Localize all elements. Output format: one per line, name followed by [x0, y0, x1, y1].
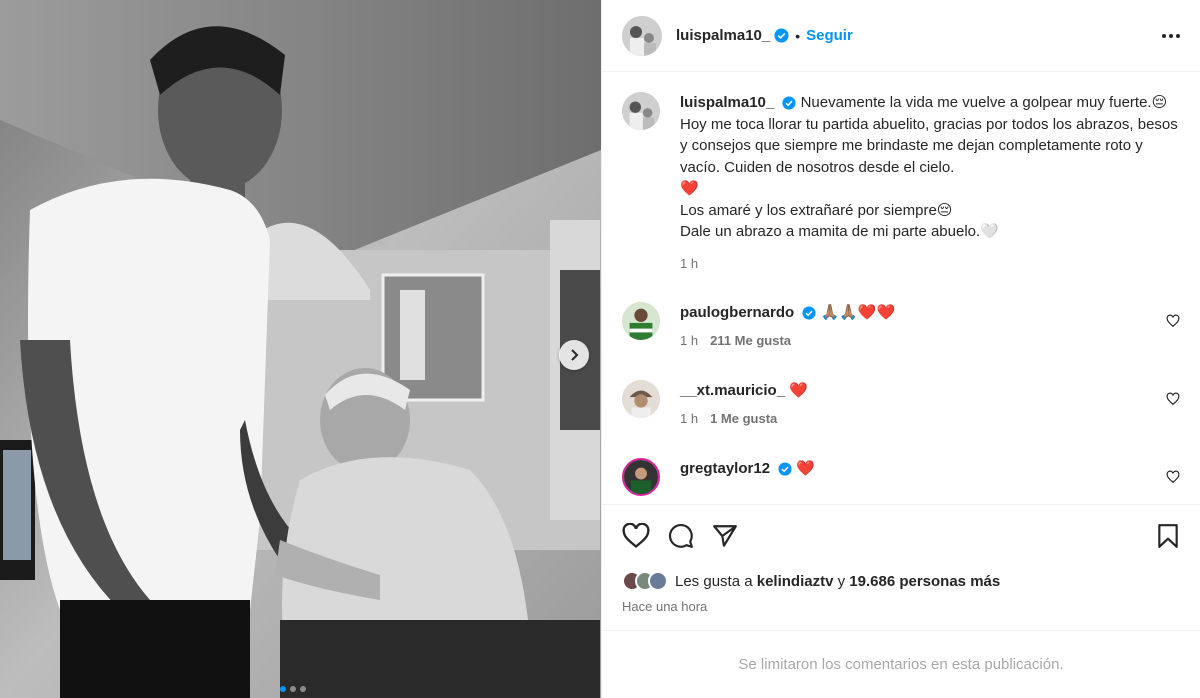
bookmark-icon [1158, 523, 1178, 548]
comment-text: ❤️ [789, 382, 808, 399]
caption-avatar[interactable] [622, 92, 660, 130]
commenter-avatar[interactable] [622, 380, 660, 418]
caption-line: Hoy me toca llorar tu partida abuelito, … [680, 115, 1178, 176]
comment-item: __xt.mauricio_ ❤️ 1 h 1 Me gusta [622, 380, 1180, 430]
post-side-panel: luispalma10_ • Seguir luispalma10_ Nueva… [601, 0, 1200, 698]
comment-body: paulogbernardo 🙏🏽🙏🏽❤️❤️ 1 h 211 Me gusta [680, 302, 895, 352]
instagram-post-viewer: luispalma10_ • Seguir luispalma10_ Nueva… [0, 0, 1200, 698]
likes-text: Les gusta a kelindiaztv y 19.686 persona… [675, 573, 1000, 590]
comment-body: __xt.mauricio_ ❤️ 1 h 1 Me gusta [680, 380, 808, 430]
comments-list[interactable]: luispalma10_ Nuevamente la vida me vuelv… [602, 72, 1200, 504]
comment-item: paulogbernardo 🙏🏽🙏🏽❤️❤️ 1 h 211 Me gusta [622, 302, 1180, 352]
comment-meta: 1 h 1 Me gusta [680, 408, 808, 430]
comment-username[interactable]: __xt.mauricio_ [680, 382, 785, 399]
comment-time: 1 h [680, 333, 699, 348]
comment-icon [669, 523, 693, 548]
caption-line: ❤️ [680, 180, 699, 197]
commenter-avatar-story[interactable] [622, 458, 660, 496]
separator-dot: • [795, 27, 801, 44]
post-timestamp: Hace una hora [622, 599, 708, 614]
commenter-avatar[interactable] [622, 302, 660, 340]
like-comment-heart-icon[interactable] [1166, 470, 1180, 484]
post-photo[interactable] [0, 0, 601, 698]
verified-badge-icon [802, 306, 816, 320]
likes-user[interactable]: kelindiaztv [757, 573, 834, 590]
liker-avatar [648, 571, 668, 591]
likes-prefix: Les gusta a [675, 572, 753, 590]
avatar-image [622, 302, 660, 340]
caption-line: Dale un abrazo a mamita de mi parte abue… [680, 223, 999, 240]
verified-badge-icon [782, 96, 796, 110]
carousel-indicator [280, 686, 306, 692]
post-header: luispalma10_ • Seguir [602, 0, 1200, 72]
photo-image [0, 0, 601, 698]
caption-line: Nuevamente la vida me vuelve a golpear m… [800, 94, 1168, 111]
verified-badge-icon [774, 28, 789, 43]
carousel-dot [300, 686, 306, 692]
comment-meta: 1 h 211 Me gusta [680, 330, 895, 352]
share-button[interactable] [712, 523, 738, 549]
likes-others[interactable]: 19.686 personas más [849, 573, 1000, 590]
post-actions-bar [602, 504, 1200, 566]
comments-limited-notice: Se limitaron los comentarios en esta pub… [602, 630, 1200, 698]
author-username[interactable]: luispalma10_ [676, 27, 770, 44]
comment-item: gregtaylor12 ❤️ [622, 458, 1180, 496]
follow-button[interactable]: Seguir [806, 27, 853, 44]
comment-text: ❤️ [796, 460, 816, 477]
heart-outline-icon [622, 522, 650, 548]
caption-time: 1 h [680, 255, 699, 271]
post-caption: luispalma10_ Nuevamente la vida me vuelv… [622, 92, 1180, 274]
more-options-icon[interactable] [1162, 33, 1180, 38]
avatar-image [624, 460, 658, 494]
save-button[interactable] [1156, 523, 1180, 549]
author-avatar[interactable] [622, 15, 662, 56]
caption-line: Los amaré y los extrañaré por siempre😔 [680, 201, 953, 219]
comment-body: gregtaylor12 ❤️ [680, 458, 815, 480]
comment-username[interactable]: paulogbernardo [680, 304, 794, 321]
comment-likes[interactable]: 1 Me gusta [710, 411, 777, 426]
carousel-dot [290, 686, 296, 692]
likes-summary[interactable]: Les gusta a kelindiaztv y 19.686 persona… [602, 566, 1200, 596]
comment-username[interactable]: gregtaylor12 [680, 460, 770, 477]
caption-meta: 1 h [680, 253, 1180, 275]
avatar-image [622, 15, 662, 56]
like-button[interactable] [622, 522, 650, 549]
like-comment-heart-icon[interactable] [1166, 392, 1180, 406]
comment-button[interactable] [668, 523, 694, 549]
caption-username[interactable]: luispalma10_ [680, 94, 774, 111]
comment-likes[interactable]: 211 Me gusta [710, 333, 791, 348]
chevron-right-icon [571, 349, 579, 361]
caption-body: luispalma10_ Nuevamente la vida me vuelv… [680, 92, 1180, 274]
comment-time: 1 h [680, 411, 699, 426]
avatar-image [622, 380, 660, 418]
carousel-next-button[interactable] [559, 340, 589, 370]
avatar-image [622, 92, 660, 130]
comment-text: 🙏🏽🙏🏽❤️❤️ [820, 304, 896, 321]
verified-badge-icon [778, 462, 792, 476]
likes-connector: y [837, 572, 846, 590]
share-paper-plane-icon [713, 524, 737, 547]
like-comment-heart-icon[interactable] [1166, 314, 1180, 328]
carousel-dot [280, 686, 286, 692]
